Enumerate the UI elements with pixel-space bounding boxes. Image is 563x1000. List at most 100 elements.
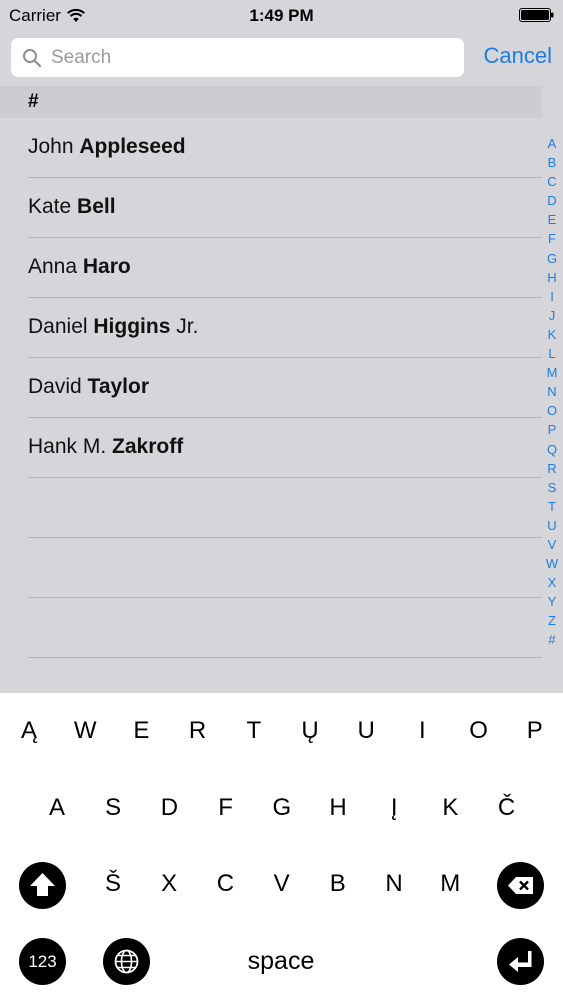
- index-letter[interactable]: G: [543, 249, 561, 268]
- index-letter[interactable]: R: [543, 459, 561, 478]
- last-name: Taylor: [87, 375, 150, 398]
- last-name: Appleseed: [79, 135, 186, 158]
- contacts-search-screen: Carrier 1:49 PM Cancel # John Appleseed: [0, 0, 563, 1000]
- index-letter[interactable]: L: [543, 344, 561, 363]
- index-letter[interactable]: P: [543, 420, 561, 439]
- index-letter[interactable]: C: [543, 172, 561, 191]
- shift-icon: [30, 873, 55, 896]
- key-row3-6[interactable]: M: [430, 861, 470, 907]
- shift-key[interactable]: [19, 862, 66, 909]
- key-row3-2[interactable]: C: [205, 861, 245, 907]
- key-row1-3[interactable]: R: [178, 708, 218, 754]
- globe-icon: [114, 949, 139, 974]
- search-icon: [23, 49, 42, 68]
- key-row2-0[interactable]: A: [37, 785, 77, 831]
- key-row2-4[interactable]: G: [262, 785, 302, 831]
- key-row1-5[interactable]: Ų: [290, 708, 330, 754]
- section-index[interactable]: A B C D E F G H I J K L M N O P Q R S T U V W X Y Z #: [543, 134, 561, 650]
- key-row1-8[interactable]: O: [459, 708, 499, 754]
- key-row1-2[interactable]: E: [121, 708, 161, 754]
- index-letter[interactable]: I: [543, 287, 561, 306]
- delete-key[interactable]: [497, 862, 544, 909]
- contact-row-4[interactable]: David Taylor: [0, 358, 542, 418]
- contact-row-1[interactable]: Kate Bell: [0, 178, 542, 238]
- search-bar: Cancel: [0, 30, 563, 86]
- first-name: David: [28, 375, 82, 398]
- key-row3-5[interactable]: N: [374, 861, 414, 907]
- key-row2-2[interactable]: D: [149, 785, 189, 831]
- index-letter[interactable]: M: [543, 363, 561, 382]
- key-row2-1[interactable]: S: [93, 785, 133, 831]
- index-letter[interactable]: Y: [543, 592, 561, 611]
- key-row1-7[interactable]: I: [402, 708, 442, 754]
- index-letter[interactable]: H: [543, 268, 561, 287]
- contact-row-0[interactable]: John Appleseed: [0, 118, 542, 178]
- key-row3-4[interactable]: B: [318, 861, 358, 907]
- index-letter[interactable]: #: [543, 630, 561, 649]
- key-row3-1[interactable]: X: [149, 861, 189, 907]
- index-letter[interactable]: U: [543, 516, 561, 535]
- search-field[interactable]: [11, 38, 464, 77]
- index-letter[interactable]: Q: [543, 440, 561, 459]
- contact-name: Anna Haro: [28, 255, 131, 279]
- last-name: Zakroff: [112, 435, 184, 458]
- key-row1-4[interactable]: T: [234, 708, 274, 754]
- index-letter[interactable]: J: [543, 306, 561, 325]
- return-icon: [509, 951, 532, 972]
- index-letter[interactable]: B: [543, 153, 561, 172]
- index-letter[interactable]: X: [543, 573, 561, 592]
- key-row1-1[interactable]: W: [65, 708, 105, 754]
- index-letter[interactable]: E: [543, 210, 561, 229]
- section-header: #: [0, 86, 542, 118]
- contact-row-2[interactable]: Anna Haro: [0, 238, 542, 298]
- contact-row-5[interactable]: Hank M. Zakroff: [0, 418, 542, 478]
- empty-row: [0, 538, 542, 598]
- contact-row-3[interactable]: Daniel Higgins Jr.: [0, 298, 542, 358]
- last-name: Bell: [77, 195, 116, 218]
- keyboard: 123 space ĄWERTŲUIOP ASDFGHĮKČ ŠXCVBNM: [0, 693, 563, 1000]
- index-letter[interactable]: D: [543, 191, 561, 210]
- index-letter[interactable]: S: [543, 478, 561, 497]
- key-row2-8[interactable]: Č: [487, 785, 527, 831]
- index-letter[interactable]: K: [543, 325, 561, 344]
- row-separator: [28, 657, 542, 658]
- key-row2-3[interactable]: F: [206, 785, 246, 831]
- index-letter[interactable]: O: [543, 401, 561, 420]
- index-letter[interactable]: Z: [543, 611, 561, 630]
- key-row2-6[interactable]: Į: [374, 785, 414, 831]
- contact-name: Kate Bell: [28, 195, 116, 219]
- empty-row: [0, 478, 542, 538]
- key-row3-3[interactable]: V: [262, 861, 302, 907]
- contact-name: John Appleseed: [28, 135, 186, 159]
- index-letter[interactable]: N: [543, 382, 561, 401]
- key-row1-0[interactable]: Ą: [9, 708, 49, 754]
- space-key[interactable]: space: [180, 938, 382, 984]
- index-letter[interactable]: W: [543, 554, 561, 573]
- search-input[interactable]: [51, 38, 451, 77]
- key-row1-9[interactable]: P: [515, 708, 555, 754]
- battery-icon: [519, 8, 554, 22]
- index-letter[interactable]: F: [543, 229, 561, 248]
- key-row2-7[interactable]: K: [430, 785, 470, 831]
- numbers-key[interactable]: 123: [19, 938, 66, 985]
- return-key[interactable]: [497, 938, 544, 985]
- delete-icon: [508, 877, 533, 894]
- index-letter[interactable]: V: [543, 535, 561, 554]
- index-letter[interactable]: A: [543, 134, 561, 153]
- index-letter[interactable]: T: [543, 497, 561, 516]
- first-name: Anna: [28, 255, 78, 278]
- globe-key[interactable]: [103, 938, 150, 985]
- contact-name: Daniel Higgins Jr.: [28, 315, 198, 339]
- key-row3-0[interactable]: Š: [93, 861, 133, 907]
- first-name: Daniel: [28, 315, 88, 338]
- empty-row: [0, 598, 542, 658]
- first-name: John: [28, 135, 74, 158]
- key-row1-6[interactable]: U: [346, 708, 386, 754]
- key-row2-5[interactable]: H: [318, 785, 358, 831]
- first-name: Hank M.: [28, 435, 107, 458]
- contact-name: David Taylor: [28, 375, 149, 399]
- cancel-button[interactable]: Cancel: [484, 43, 552, 69]
- contact-list: John Appleseed Kate Bell Anna Haro Danie…: [0, 118, 542, 658]
- name-suffix: Jr.: [176, 315, 199, 338]
- status-bar: Carrier 1:49 PM: [0, 0, 563, 30]
